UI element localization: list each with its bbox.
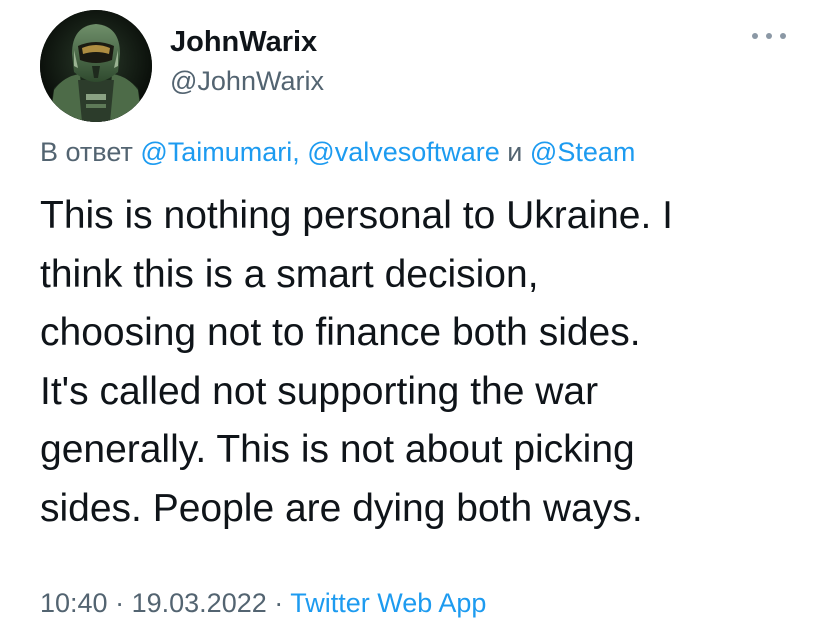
tweet-card: JohnWarix @JohnWarix В ответ @Taimumari,… <box>0 0 828 643</box>
tweet-metadata: 10:40 · 19.03.2022 · Twitter Web App <box>40 588 486 619</box>
avatar-image <box>40 10 152 122</box>
tweet-line: generally. This is not about picking <box>40 428 635 471</box>
tweet-time[interactable]: 10:40 <box>40 588 108 618</box>
mention-steam[interactable]: @Steam <box>530 137 635 167</box>
meta-separator: · <box>115 588 125 618</box>
display-name[interactable]: JohnWarix <box>170 26 317 59</box>
more-options-icon[interactable] <box>752 28 786 44</box>
tweet-source-link[interactable]: Twitter Web App <box>290 588 486 618</box>
avatar[interactable] <box>40 10 152 122</box>
dot <box>780 33 786 39</box>
tweet-line: This is nothing personal to Ukraine. I <box>40 194 673 237</box>
tweet-line: choosing not to finance both sides. <box>40 311 641 354</box>
tweet-date[interactable]: 19.03.2022 <box>132 588 267 618</box>
tweet-text: This is nothing personal to Ukraine. I t… <box>40 187 800 538</box>
reply-conjunction: и <box>507 137 523 167</box>
reply-context: В ответ @Taimumari, @valvesoftware и @St… <box>40 137 635 168</box>
tweet-line: think this is a smart decision, <box>40 252 539 296</box>
reply-prefix: В ответ <box>40 137 133 167</box>
tweet-line: sides. People are dying both ways. <box>40 486 643 530</box>
meta-separator: · <box>274 588 284 618</box>
tweet-line: It's called not supporting the war <box>40 369 599 413</box>
mention-taimumari[interactable]: @Taimumari, <box>140 137 299 167</box>
user-handle[interactable]: @JohnWarix <box>170 66 324 97</box>
dot <box>766 33 772 39</box>
dot <box>752 33 758 39</box>
mention-valvesoftware[interactable]: @valvesoftware <box>307 137 499 167</box>
